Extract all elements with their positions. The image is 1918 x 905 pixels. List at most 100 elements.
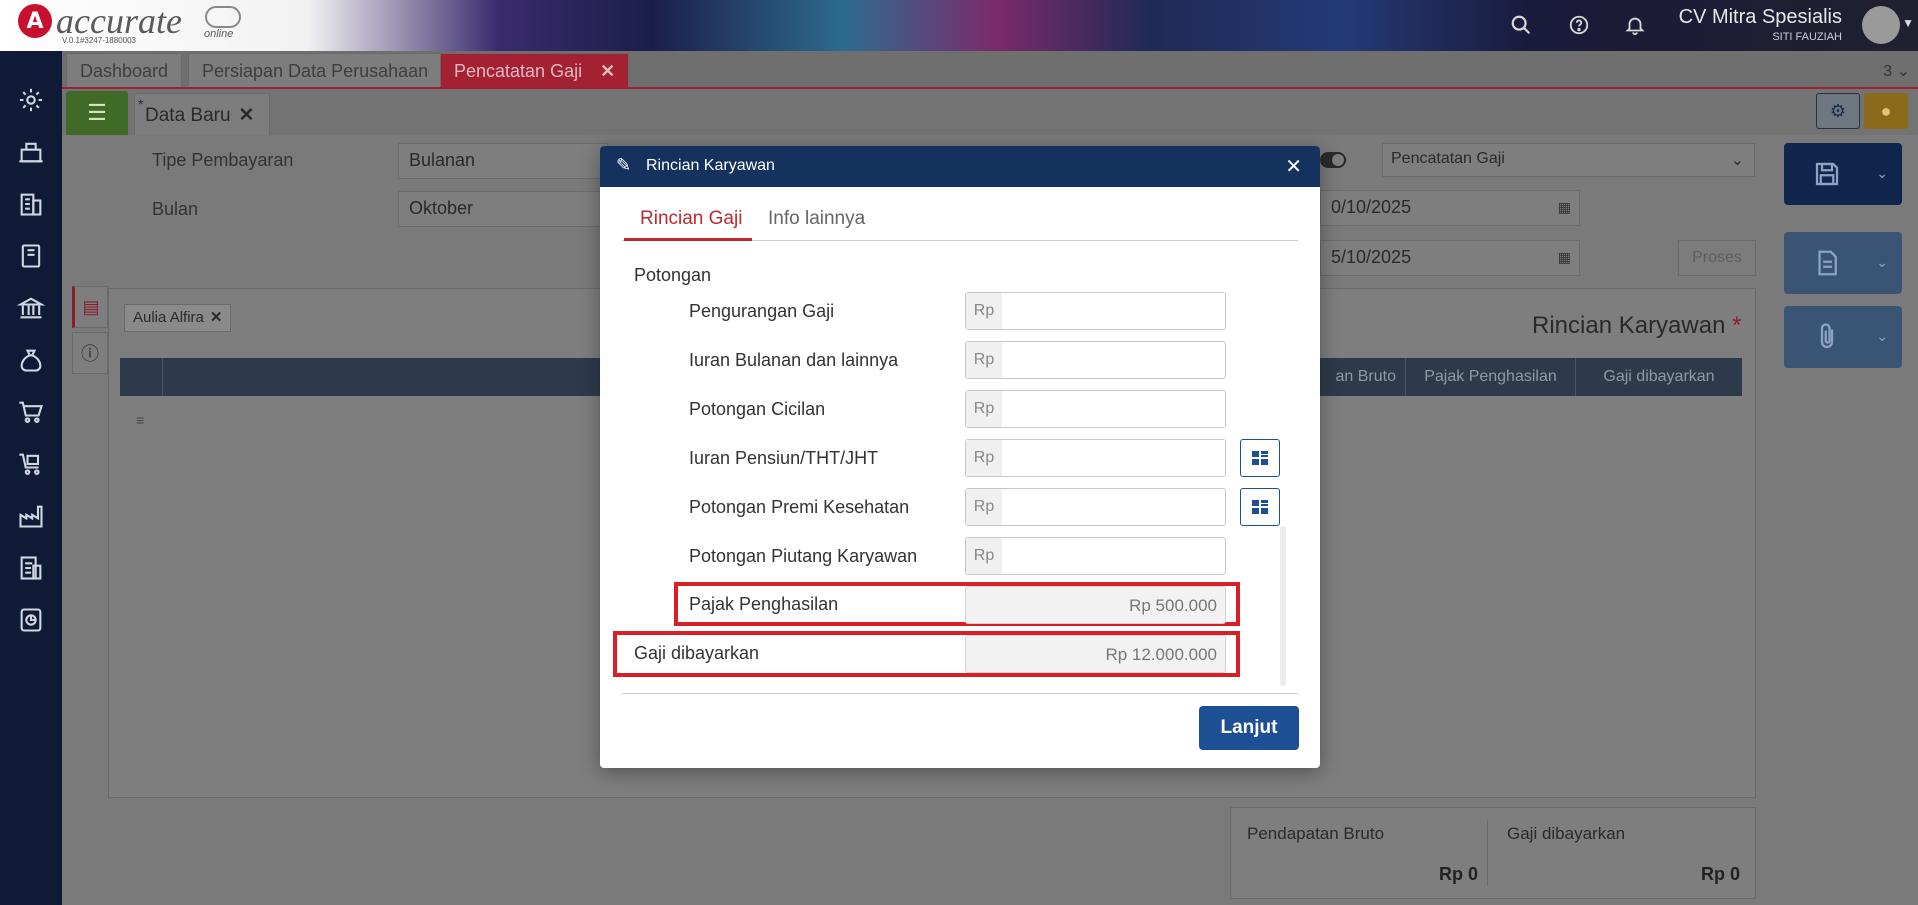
- bulan-select[interactable]: Oktober: [398, 191, 608, 227]
- panel-title-text: Rincian Karyawan: [1532, 312, 1726, 339]
- tax-report-icon[interactable]: [14, 551, 48, 585]
- chevron-down-icon[interactable]: ⌄: [1876, 165, 1888, 182]
- potongan-section-title: Potongan: [634, 265, 712, 285]
- potongan-cicilan-input[interactable]: Rp: [965, 390, 1226, 428]
- document-button[interactable]: ⌄: [1784, 232, 1902, 294]
- avatar[interactable]: [1862, 6, 1900, 44]
- bank-icon[interactable]: [14, 291, 48, 325]
- gaji-dibayarkan-value-field: Rp 12.000.000: [965, 635, 1226, 673]
- save-button[interactable]: ⌄: [1784, 143, 1902, 205]
- currency-prefix: Rp: [966, 489, 1002, 525]
- unsaved-marker: *: [138, 96, 144, 112]
- help-icon[interactable]: [1566, 12, 1592, 38]
- search-icon[interactable]: [1508, 12, 1534, 38]
- remove-chip-icon[interactable]: ✕: [210, 309, 223, 326]
- column-header-pajak[interactable]: Pajak Penghasilan: [1405, 358, 1575, 396]
- brand-logo[interactable]: A accurate: [18, 3, 182, 39]
- panel-title: Rincian Karyawan *: [1532, 312, 1741, 340]
- lanjut-button[interactable]: Lanjut: [1199, 706, 1299, 750]
- premi-kesehatan-detail-button[interactable]: [1240, 488, 1280, 526]
- report-chart-icon[interactable]: [14, 603, 48, 637]
- attachment-button[interactable]: ⌄: [1784, 306, 1902, 368]
- toggle-switch[interactable]: [1320, 152, 1346, 168]
- tab-rincian-gaji[interactable]: Rincian Gaji: [640, 208, 742, 230]
- settings-button[interactable]: ⚙: [1816, 93, 1860, 129]
- tab-label: Persiapan Data Perusahaan: [202, 61, 429, 81]
- tab-persiapan-data[interactable]: Persiapan Data Perusahaan: [188, 53, 443, 87]
- chevron-down-icon[interactable]: ⌄: [1876, 328, 1888, 345]
- inventory-icon[interactable]: [14, 135, 48, 169]
- notification-bell-icon[interactable]: [1622, 12, 1648, 38]
- gear-icon: ⚙: [1829, 100, 1847, 121]
- iuran-pensiun-detail-button[interactable]: [1240, 439, 1280, 477]
- iuran-bulanan-label: Iuran Bulanan dan lainnya: [689, 350, 899, 370]
- tab-detail-list[interactable]: ▤: [72, 286, 108, 328]
- calendar-icon[interactable]: ▦: [1558, 249, 1571, 266]
- tipe-pembayaran-label: Tipe Pembayaran: [152, 150, 294, 170]
- tab-count[interactable]: 3 ⌄: [1883, 61, 1910, 81]
- transaction-type-value: Pencatatan Gaji: [1391, 150, 1505, 167]
- divider: [1487, 820, 1488, 886]
- tab-label: Dashboard: [80, 61, 169, 81]
- ledger-book-icon[interactable]: [14, 239, 48, 273]
- money-bag-icon[interactable]: [14, 343, 48, 377]
- total-bruto-value: Rp 0: [1439, 864, 1479, 884]
- piutang-karyawan-label: Potongan Piutang Karyawan: [689, 546, 918, 566]
- list-icon: ☰: [87, 100, 107, 125]
- employee-chip-label: Aulia Alfira: [133, 309, 204, 326]
- pengurangan-gaji-input[interactable]: Rp: [965, 292, 1226, 330]
- chevron-down-icon[interactable]: ▼: [1902, 16, 1914, 30]
- company-name: CV Mitra Spesialis: [1678, 6, 1842, 28]
- premi-kesehatan-input[interactable]: Rp: [965, 488, 1226, 526]
- purchase-cart-icon[interactable]: [14, 447, 48, 481]
- tab-info-lainnya[interactable]: Info lainnya: [768, 208, 865, 230]
- end-date-input[interactable]: 5/10/2025 ▦: [1320, 240, 1580, 276]
- tab-info[interactable]: ⓘ: [72, 332, 108, 374]
- start-date-value: 0/10/2025: [1331, 197, 1412, 217]
- shopping-cart-icon[interactable]: [14, 395, 48, 429]
- employee-chip[interactable]: Aulia Alfira ✕: [124, 304, 232, 332]
- tab-data-baru[interactable]: * Data Baru ✕: [134, 93, 270, 135]
- iuran-pensiun-input[interactable]: Rp: [965, 439, 1226, 477]
- modal-title: Rincian Karyawan: [646, 157, 775, 174]
- company-building-icon[interactable]: [14, 187, 48, 221]
- currency-prefix: Rp: [966, 293, 1002, 329]
- transaction-type-select[interactable]: Pencatatan Gaji ⌄: [1382, 143, 1755, 177]
- tab-dashboard[interactable]: Dashboard: [66, 53, 183, 87]
- tab-pencatatan-gaji[interactable]: Pencatatan Gaji ✕: [440, 53, 630, 87]
- user-name: SITI FAUZIAH: [1772, 31, 1842, 43]
- pencil-icon: ✎: [616, 155, 632, 176]
- left-sidebar: [0, 51, 62, 905]
- tips-button[interactable]: ●: [1864, 93, 1908, 129]
- info-icon: ⓘ: [81, 344, 99, 364]
- start-date-input[interactable]: 0/10/2025 ▦: [1320, 190, 1580, 226]
- brand-logo-icon: A: [18, 4, 52, 38]
- close-icon[interactable]: ✕: [1285, 154, 1302, 178]
- row-menu-icon[interactable]: ≡: [136, 412, 144, 428]
- tab-label: Pencatatan Gaji: [454, 61, 583, 81]
- chevron-down-icon[interactable]: ⌄: [1876, 254, 1888, 271]
- factory-icon[interactable]: [14, 499, 48, 533]
- lightbulb-icon: ●: [1880, 100, 1892, 121]
- totals-summary: Pendapatan Bruto Rp 0 Gaji dibayarkan Rp…: [1230, 807, 1756, 899]
- company-info[interactable]: CV Mitra Spesialis SITI FAUZIAH: [1679, 6, 1842, 43]
- rincian-karyawan-modal: ✎ Rincian Karyawan ✕ Rincian Gaji Info l…: [600, 146, 1320, 768]
- grid-table-icon: [1252, 451, 1268, 465]
- column-header-gaji[interactable]: Gaji dibayarkan: [1575, 358, 1742, 396]
- pajak-penghasilan-label: Pajak Penghasilan: [689, 594, 839, 614]
- settings-gear-icon[interactable]: [14, 83, 48, 117]
- table-header-divider: [162, 358, 163, 396]
- currency-prefix: Rp: [966, 342, 1002, 378]
- iuran-bulanan-input[interactable]: Rp: [965, 341, 1226, 379]
- tab-count-value: 3: [1883, 63, 1893, 80]
- modal-scrollbar[interactable]: [1280, 526, 1286, 686]
- total-bruto-label: Pendapatan Bruto: [1247, 824, 1385, 843]
- close-tab-icon[interactable]: ✕: [600, 61, 615, 81]
- calendar-icon[interactable]: ▦: [1558, 199, 1571, 216]
- proses-button[interactable]: Proses: [1678, 240, 1756, 276]
- list-view-button[interactable]: ☰: [66, 91, 128, 135]
- close-tab-icon[interactable]: ✕: [239, 105, 255, 126]
- tipe-pembayaran-select[interactable]: Bulanan: [398, 143, 608, 179]
- app-version: V.0.1#3247-1880003: [62, 36, 136, 45]
- piutang-karyawan-input[interactable]: Rp: [965, 537, 1226, 575]
